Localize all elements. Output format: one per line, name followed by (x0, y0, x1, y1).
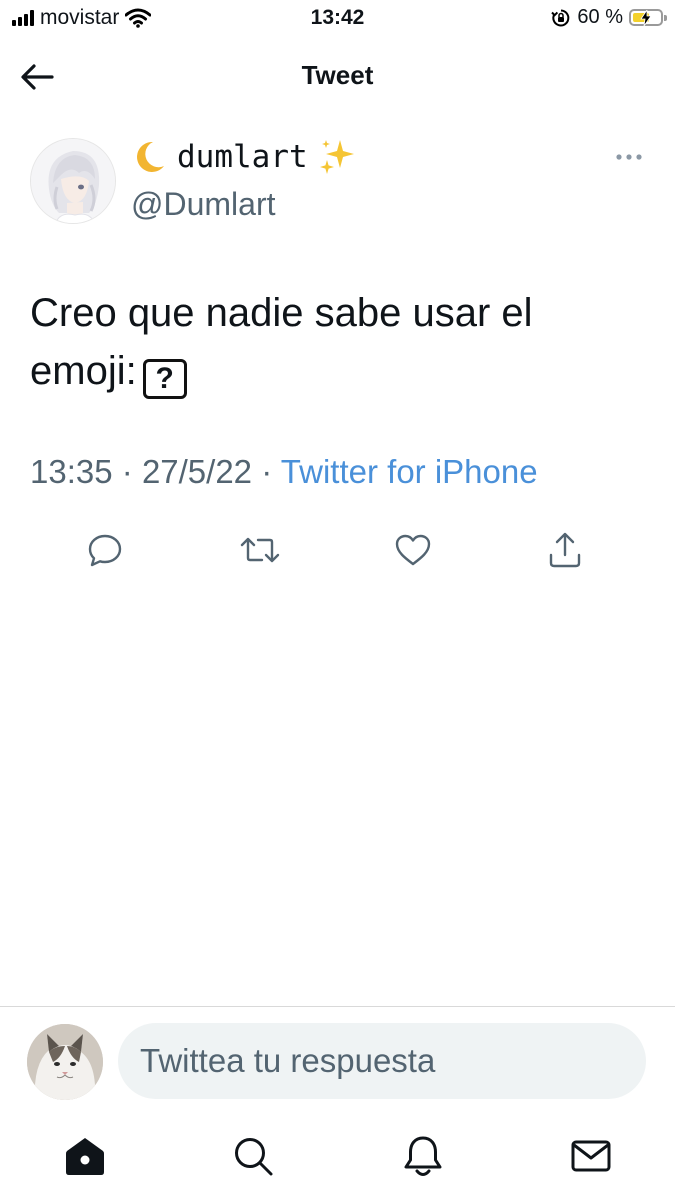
meta-separator: · (261, 453, 273, 490)
anime-girl-avatar-image (31, 139, 115, 223)
status-bar: movistar 13:42 60 % (0, 0, 675, 38)
reply-button[interactable] (83, 528, 127, 572)
tweet-source-link[interactable]: Twitter for iPhone (281, 453, 538, 490)
tab-messages[interactable] (567, 1132, 615, 1180)
bottom-tab-bar (0, 1112, 675, 1200)
mail-icon (571, 1140, 611, 1172)
retweet-icon (240, 537, 280, 563)
tweet-actions (0, 528, 675, 572)
bell-icon (404, 1136, 442, 1176)
cat-avatar-image (27, 1024, 103, 1100)
question-emoji-box: ? (142, 359, 187, 399)
author-name-text: dumlart (177, 139, 308, 175)
sparkles-icon (319, 140, 354, 174)
author-handle[interactable]: @Dumlart (131, 186, 276, 223)
tweet-meta: 13:35 · 27/5/22 · Twitter for iPhone (30, 453, 538, 491)
tab-search[interactable] (229, 1132, 277, 1180)
share-button[interactable] (543, 528, 587, 572)
page-title: Tweet (301, 60, 374, 90)
tweet-body: Creo que nadie sabe usar el emoji: (30, 291, 533, 393)
share-icon (549, 532, 581, 568)
tweet-time: 13:35 (30, 453, 113, 490)
reply-composer-bar (0, 1006, 675, 1113)
tab-notifications[interactable] (399, 1132, 447, 1180)
orientation-lock-icon (551, 9, 570, 26)
tweet-date: 27/5/22 (141, 453, 253, 490)
meta-separator: · (121, 453, 133, 490)
comment-icon (88, 534, 122, 567)
reply-input[interactable] (118, 1023, 646, 1099)
status-right: 60 % (551, 6, 667, 29)
heart-icon (395, 534, 431, 566)
battery-percent: 60 % (577, 6, 623, 28)
author-display-name[interactable]: dumlart (131, 138, 356, 176)
home-icon (66, 1138, 104, 1175)
tweet-text: Creo que nadie sabe usar el emoji:? (30, 284, 645, 400)
more-options-button[interactable] (612, 146, 646, 168)
crescent-moon-icon (137, 141, 164, 172)
search-icon (235, 1138, 273, 1176)
tab-home[interactable] (61, 1132, 109, 1180)
retweet-button[interactable] (238, 528, 282, 572)
ellipsis-icon (616, 154, 642, 160)
top-nav-header: Tweet (0, 38, 675, 114)
like-button[interactable] (391, 528, 435, 572)
battery-icon (629, 9, 667, 26)
current-user-avatar[interactable] (27, 1024, 103, 1100)
author-avatar[interactable] (30, 138, 116, 224)
